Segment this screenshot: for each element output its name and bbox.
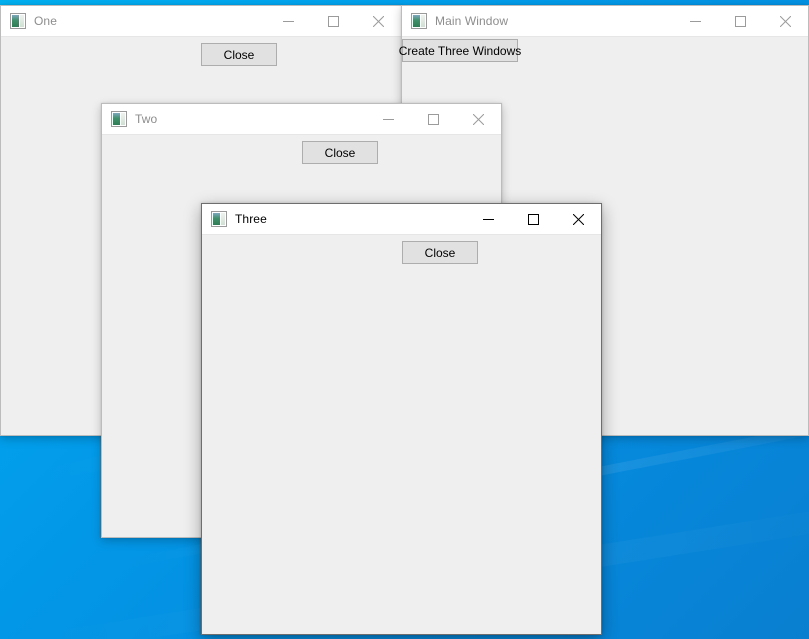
window-title-two: Two: [135, 112, 157, 126]
caption-buttons-one: [266, 6, 401, 36]
caption-buttons-two: [366, 104, 501, 134]
maximize-icon[interactable]: [718, 6, 763, 36]
window-three[interactable]: Three Close: [201, 203, 602, 635]
app-icon: [211, 211, 227, 227]
maximize-icon[interactable]: [411, 104, 456, 134]
client-area-three: Close: [202, 234, 601, 634]
window-title-three: Three: [235, 212, 267, 226]
maximize-icon[interactable]: [511, 204, 556, 234]
titlebar-two[interactable]: Two: [102, 104, 501, 134]
create-three-windows-button[interactable]: Create Three Windows: [402, 39, 518, 62]
caption-buttons-main: [673, 6, 808, 36]
app-icon: [411, 13, 427, 29]
app-icon: [111, 111, 127, 127]
minimize-icon[interactable]: [673, 6, 718, 36]
window-title-one: One: [34, 14, 57, 28]
titlebar-one[interactable]: One: [1, 6, 401, 36]
close-icon[interactable]: [556, 204, 601, 234]
close-icon[interactable]: [356, 6, 401, 36]
minimize-icon[interactable]: [466, 204, 511, 234]
close-icon[interactable]: [456, 104, 501, 134]
titlebar-three[interactable]: Three: [202, 204, 601, 234]
close-icon[interactable]: [763, 6, 808, 36]
titlebar-main[interactable]: Main Window: [402, 6, 808, 36]
app-icon: [10, 13, 26, 29]
window-title-main: Main Window: [435, 14, 508, 28]
minimize-icon[interactable]: [366, 104, 411, 134]
minimize-icon[interactable]: [266, 6, 311, 36]
caption-buttons-three: [466, 204, 601, 234]
maximize-icon[interactable]: [311, 6, 356, 36]
close-button-three[interactable]: Close: [402, 241, 478, 264]
close-button-one[interactable]: Close: [201, 43, 277, 66]
close-button-two[interactable]: Close: [302, 141, 378, 164]
